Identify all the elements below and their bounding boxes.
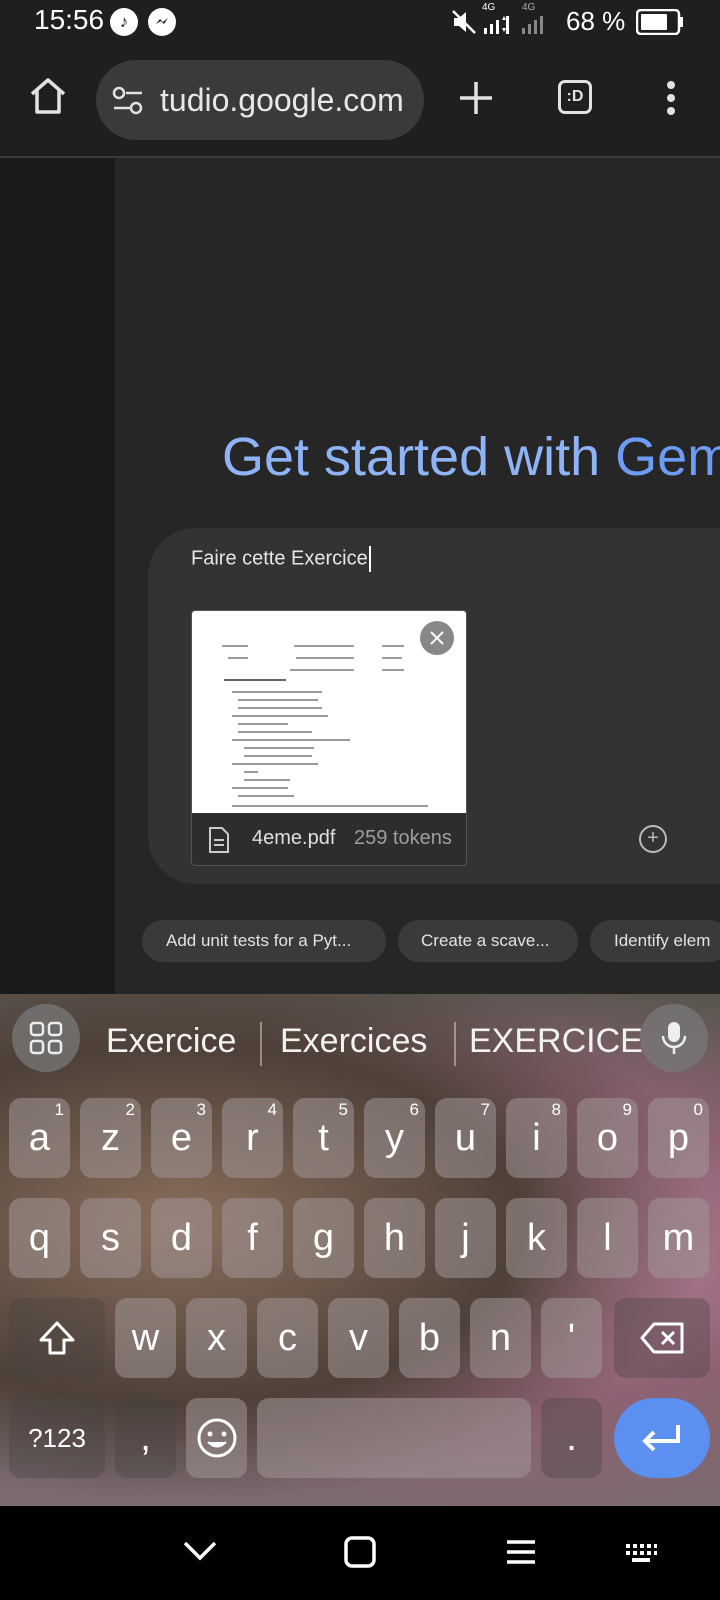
more-options-icon[interactable] xyxy=(665,80,677,121)
key-w[interactable]: w xyxy=(115,1298,176,1378)
key-q[interactable]: q xyxy=(9,1198,70,1278)
add-media-icon[interactable]: + xyxy=(639,825,667,853)
attachment-token-count: 259 tokens xyxy=(354,827,452,849)
signal-icon-secondary xyxy=(520,14,550,39)
divider xyxy=(454,1022,456,1066)
site-settings-icon[interactable] xyxy=(112,86,144,121)
key-l[interactable]: l xyxy=(577,1198,638,1278)
tab-switcher-button[interactable]: :D xyxy=(558,80,592,114)
enter-icon xyxy=(642,1425,680,1452)
key-y[interactable]: y6 xyxy=(364,1098,425,1178)
key-j[interactable]: j xyxy=(435,1198,496,1278)
address-bar[interactable]: tudio.google.com xyxy=(96,60,424,140)
prompt-input[interactable]: Faire cette Exercice xyxy=(191,546,371,572)
document-icon xyxy=(208,827,230,858)
key-f[interactable]: f xyxy=(222,1198,283,1278)
shift-icon xyxy=(39,1321,75,1355)
attachment-filename: 4eme.pdf xyxy=(252,827,336,849)
attachment-info: 4eme.pdf 259 tokens xyxy=(192,813,466,865)
browser-toolbar: tudio.google.com :D xyxy=(0,44,720,158)
key-k[interactable]: k xyxy=(506,1198,567,1278)
suggestion-chip[interactable]: Add unit tests for a Pyt... xyxy=(142,920,386,962)
shift-key[interactable] xyxy=(9,1298,105,1378)
word-suggestion[interactable]: EXERCICE xyxy=(469,1022,643,1061)
key-x[interactable]: x xyxy=(186,1298,247,1378)
chevron-down-icon[interactable] xyxy=(182,1540,218,1567)
key-r[interactable]: r4 xyxy=(222,1098,283,1178)
key-m[interactable]: m xyxy=(648,1198,709,1278)
battery-percentage: 68 % xyxy=(566,6,626,36)
key-apostrophe[interactable]: ' xyxy=(541,1298,602,1378)
keyboard-switch-icon[interactable] xyxy=(624,1542,658,1569)
apps-grid-button[interactable] xyxy=(12,1004,80,1072)
key-a[interactable]: a1 xyxy=(9,1098,70,1178)
key-t[interactable]: t5 xyxy=(293,1098,354,1178)
clock: 15:56 xyxy=(34,4,105,35)
key-n[interactable]: n xyxy=(470,1298,531,1378)
key-p[interactable]: p0 xyxy=(648,1098,709,1178)
key-s[interactable]: s xyxy=(80,1198,141,1278)
page-title-part-2: Gem xyxy=(615,427,720,487)
recents-menu-icon[interactable] xyxy=(505,1538,537,1571)
space-bar[interactable] xyxy=(257,1398,531,1478)
signal-icon xyxy=(482,14,516,39)
left-sidebar xyxy=(0,158,115,994)
mute-icon xyxy=(450,8,478,41)
new-tab-icon[interactable] xyxy=(458,80,494,121)
network-label-1: 4G xyxy=(482,2,496,13)
divider xyxy=(260,1022,262,1066)
grid-icon xyxy=(29,1021,63,1055)
status-bar: 15:56 ♪ 4G 4G 68 % xyxy=(0,0,720,44)
enter-key[interactable] xyxy=(614,1398,710,1478)
home-icon[interactable] xyxy=(28,76,68,121)
page-title-part-1: Get started with xyxy=(222,427,616,487)
page-title: Get started with Gem xyxy=(222,426,720,488)
word-suggestion[interactable]: Exercices xyxy=(280,1022,427,1061)
suggestion-bar: Exercice Exercices EXERCICE xyxy=(0,994,720,1084)
prompt-input-text: Faire cette Exercice xyxy=(191,547,368,570)
key-z[interactable]: z2 xyxy=(80,1098,141,1178)
word-suggestion[interactable]: Exercice xyxy=(106,1022,236,1061)
key-o[interactable]: o9 xyxy=(577,1098,638,1178)
prompt-card: Faire cette Exercice 4eme.pdf 259 tokens… xyxy=(148,528,720,884)
key-g[interactable]: g xyxy=(293,1198,354,1278)
on-screen-keyboard: Exercice Exercices EXERCICE a1 z2 e3 r4 … xyxy=(0,994,720,1506)
url-text[interactable]: tudio.google.com xyxy=(160,82,404,119)
network-label-2: 4G xyxy=(522,2,536,13)
key-u[interactable]: u7 xyxy=(435,1098,496,1178)
attachment-card[interactable]: 4eme.pdf 259 tokens xyxy=(191,610,467,866)
main-content: Get started with Gem Faire cette Exercic… xyxy=(115,158,720,994)
symbols-key[interactable]: ?123 xyxy=(9,1398,105,1478)
emoji-key[interactable] xyxy=(186,1398,247,1478)
key-v[interactable]: v xyxy=(328,1298,389,1378)
tiktok-icon: ♪ xyxy=(110,8,138,36)
voice-input-button[interactable] xyxy=(640,1004,708,1072)
backspace-icon xyxy=(640,1322,684,1354)
key-e[interactable]: e3 xyxy=(151,1098,212,1178)
remove-attachment-button[interactable] xyxy=(420,621,454,655)
close-icon xyxy=(430,631,444,645)
text-caret xyxy=(368,546,371,572)
period-key[interactable]: . xyxy=(541,1398,602,1478)
messenger-icon xyxy=(148,8,176,36)
comma-key[interactable]: , xyxy=(115,1398,176,1478)
key-i[interactable]: i8 xyxy=(506,1098,567,1178)
key-h[interactable]: h xyxy=(364,1198,425,1278)
microphone-icon xyxy=(661,1022,687,1054)
key-b[interactable]: b xyxy=(399,1298,460,1378)
key-c[interactable]: c xyxy=(257,1298,318,1378)
backspace-key[interactable] xyxy=(614,1298,710,1378)
battery-icon xyxy=(635,8,684,40)
key-d[interactable]: d xyxy=(151,1198,212,1278)
suggestion-chip[interactable]: Identify elem xyxy=(590,920,720,962)
system-navigation-bar xyxy=(0,1506,720,1600)
emoji-icon xyxy=(197,1418,236,1458)
tab-switcher-label: :D xyxy=(566,88,584,105)
suggestion-chip[interactable]: Create a scave... xyxy=(398,920,578,962)
home-square-icon[interactable] xyxy=(344,1536,376,1573)
